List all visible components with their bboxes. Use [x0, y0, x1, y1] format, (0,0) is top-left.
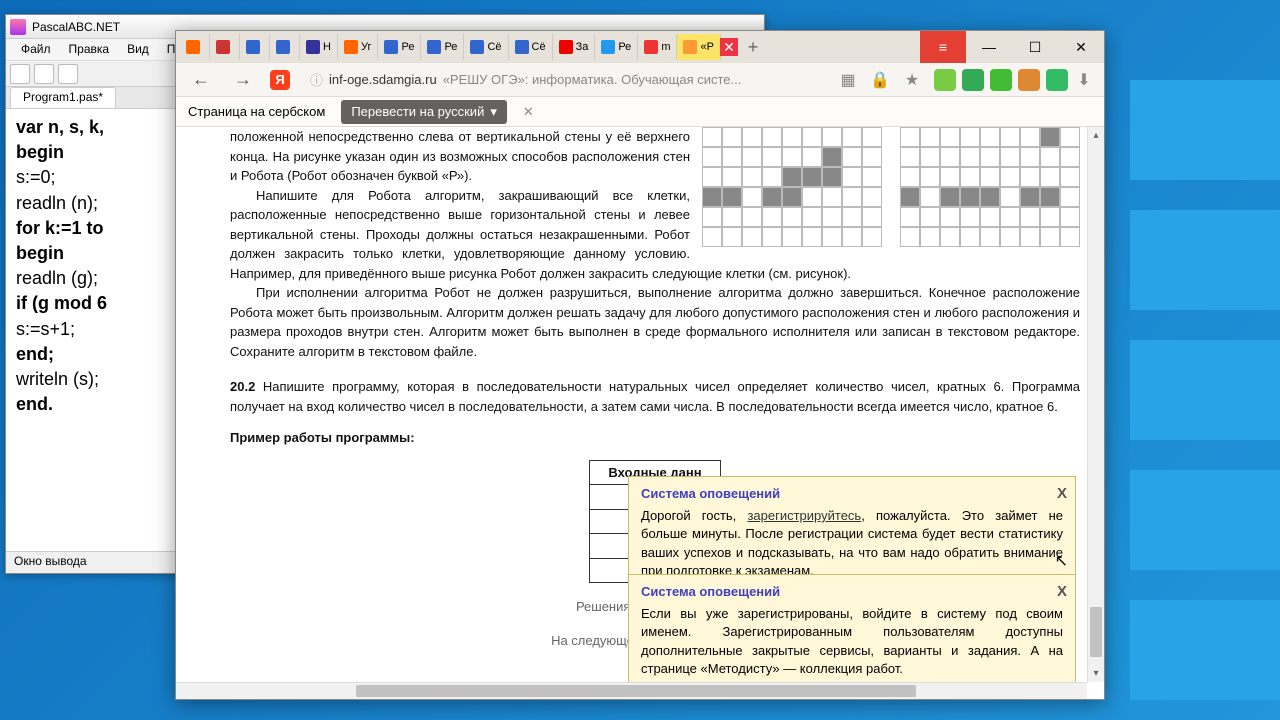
notification-login: X Система оповещений Если вы уже зарегис…	[628, 574, 1076, 689]
ext-icon-2[interactable]	[962, 69, 984, 91]
task-paragraph-3: При исполнении алгоритма Робот не должен…	[230, 283, 1080, 361]
bookmark-icon[interactable]: ★	[902, 70, 922, 90]
notif-close-button[interactable]: X	[1057, 483, 1067, 504]
tab-3[interactable]	[270, 34, 300, 60]
scroll-thumb	[1090, 607, 1102, 657]
notif-body: Дорогой гость, зарегистрируйтесь, пожалу…	[641, 507, 1063, 580]
tab-7[interactable]: Ре	[421, 34, 464, 60]
tab-10[interactable]: За	[553, 34, 596, 60]
ext-icon-3[interactable]	[990, 69, 1012, 91]
url-input[interactable]: ⓘ inf-oge.sdamgia.ru «РЕШУ ОГЭ»: информа…	[302, 70, 826, 89]
task-20-2: 20.2 Напишите программу, которая в после…	[230, 377, 1080, 416]
register-link[interactable]: зарегистрируйтесь	[747, 508, 861, 523]
ext-icon-1[interactable]	[934, 69, 956, 91]
vertical-scrollbar[interactable]: ▴ ▾	[1087, 127, 1104, 682]
tab-4[interactable]: Н	[300, 34, 338, 60]
pascal-title-text: PascalABC.NET	[32, 20, 120, 34]
forward-button[interactable]: →	[228, 69, 258, 90]
tab-6[interactable]: Ре	[378, 34, 421, 60]
tab-9[interactable]: Сё	[509, 34, 553, 60]
tab-2[interactable]	[240, 34, 270, 60]
reader-icon[interactable]: ▦	[838, 70, 858, 90]
tab-5[interactable]: Уг	[338, 34, 379, 60]
translate-bar: Страница на сербском Перевести на русски…	[176, 97, 1104, 127]
page-viewport[interactable]: положенной непосредственно слева от верт…	[176, 127, 1104, 699]
tab-active[interactable]: «Р	[677, 34, 720, 60]
tb-save-icon[interactable]	[58, 64, 78, 84]
scroll-up-icon: ▴	[1088, 127, 1104, 144]
horizontal-scrollbar[interactable]	[176, 682, 1087, 699]
browser-address-bar: ← → Я ⓘ inf-oge.sdamgia.ru «РЕШУ ОГЭ»: и…	[176, 63, 1104, 97]
ext-icon-4[interactable]	[1018, 69, 1040, 91]
tab-12[interactable]: m	[638, 34, 677, 60]
browser-menu-button[interactable]: ≡	[920, 31, 966, 63]
pascal-app-icon	[10, 19, 26, 35]
grid-right	[900, 127, 1080, 247]
notif-title: Система оповещений	[641, 485, 1063, 503]
notif-close-button[interactable]: X	[1057, 581, 1067, 602]
tb-open-icon[interactable]	[34, 64, 54, 84]
translate-detected: Страница на сербском	[188, 104, 325, 119]
tab-0[interactable]	[180, 34, 210, 60]
notif-body: Если вы уже зарегистрированы, войдите в …	[641, 605, 1063, 678]
translate-close-icon[interactable]: ✕	[523, 104, 534, 120]
back-button[interactable]: ←	[186, 69, 216, 90]
tab-8[interactable]: Сё	[464, 34, 508, 60]
notif-title: Система оповещений	[641, 583, 1063, 601]
tab-11[interactable]: Ре	[595, 34, 638, 60]
download-icon[interactable]: ⬇	[1074, 70, 1094, 90]
example-label: Пример работы программы:	[230, 428, 1080, 448]
translate-button[interactable]: Перевести на русский▾	[341, 100, 507, 124]
menu-edit[interactable]: Правка	[60, 39, 119, 60]
tab-close-icon[interactable]: ✕	[720, 38, 738, 56]
grid-left	[702, 127, 882, 247]
pascal-file-tab[interactable]: Program1.pas*	[10, 87, 116, 108]
robot-grid-figures	[702, 127, 1080, 247]
new-tab-button[interactable]: +	[738, 37, 768, 58]
scroll-thumb	[356, 685, 916, 697]
scroll-down-icon: ▾	[1088, 665, 1104, 682]
window-close-button[interactable]: ✕	[1058, 31, 1104, 63]
menu-view[interactable]: Вид	[118, 39, 158, 60]
menu-file[interactable]: Файл	[12, 39, 60, 60]
chevron-down-icon: ▾	[490, 104, 497, 120]
ext-icon-5[interactable]	[1046, 69, 1068, 91]
tab-1[interactable]	[210, 34, 240, 60]
window-minimize-button[interactable]: —	[966, 31, 1012, 63]
lock-icon[interactable]: 🔒	[870, 70, 890, 90]
browser-window: Н Уг Ре Ре Сё Сё За Ре m «Р ✕ + ≡ — ☐ ✕ …	[175, 30, 1105, 700]
browser-tabstrip: Н Уг Ре Ре Сё Сё За Ре m «Р ✕ + ≡ — ☐ ✕	[176, 31, 1104, 63]
window-maximize-button[interactable]: ☐	[1012, 31, 1058, 63]
tb-new-icon[interactable]	[10, 64, 30, 84]
yandex-icon[interactable]: Я	[270, 70, 290, 90]
